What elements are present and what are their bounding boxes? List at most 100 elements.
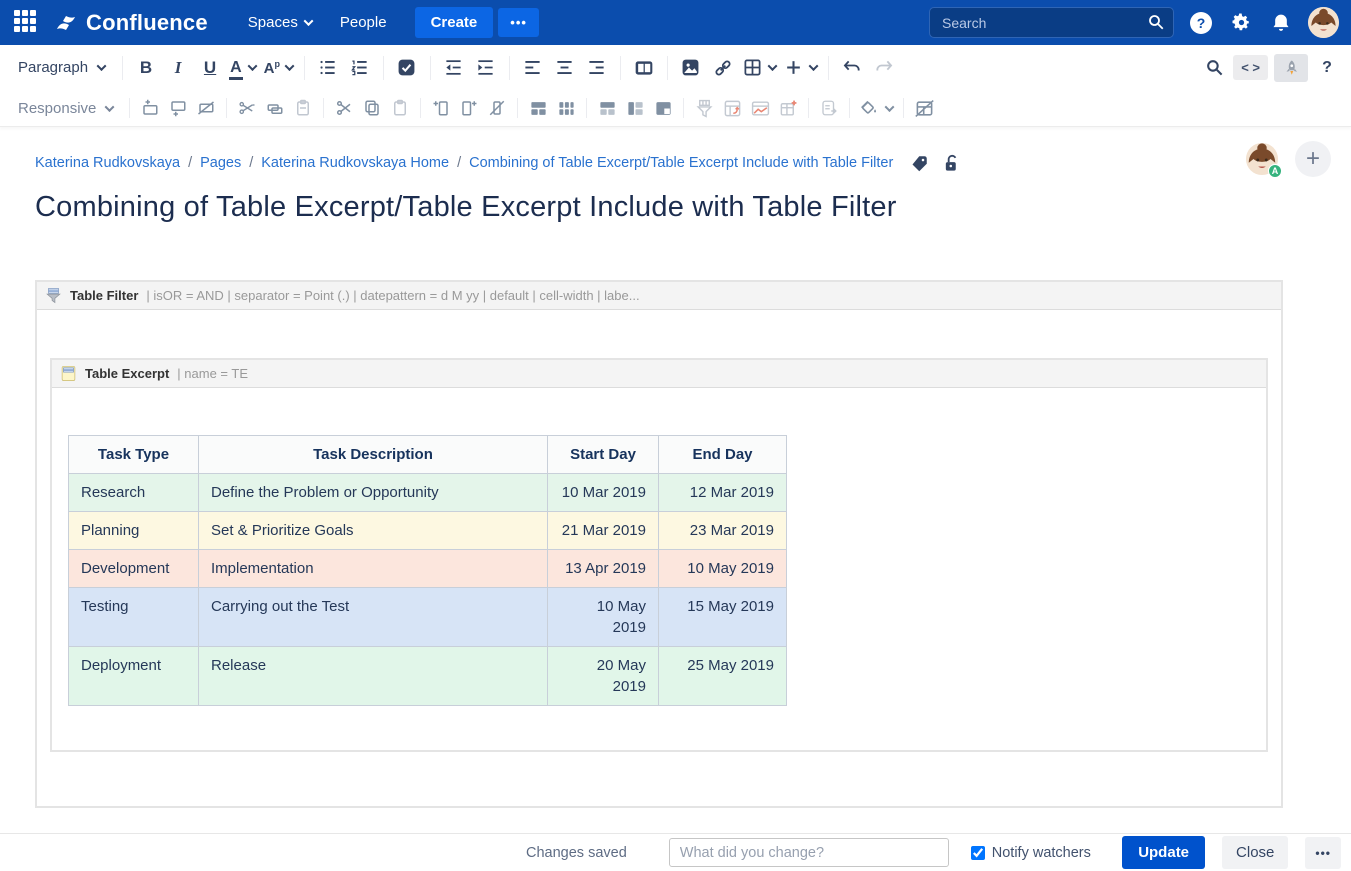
table-chart-icon[interactable] bbox=[746, 95, 774, 121]
insert-link-icon[interactable] bbox=[707, 52, 739, 84]
nav-people[interactable]: People bbox=[326, 0, 401, 45]
copy-icon[interactable] bbox=[358, 95, 386, 121]
macro-params: | isOR = AND | separator = Point (.) | d… bbox=[146, 288, 639, 303]
breadcrumb-pages[interactable]: Pages bbox=[200, 155, 241, 171]
column-header[interactable]: Task Type bbox=[69, 436, 199, 474]
insert-table-icon[interactable] bbox=[739, 52, 780, 84]
macro-params: | name = TE bbox=[177, 366, 248, 381]
undo-icon[interactable] bbox=[836, 52, 868, 84]
help-icon[interactable]: ? bbox=[1188, 10, 1214, 36]
editing-avatar[interactable]: A bbox=[1245, 142, 1279, 176]
text-color-button[interactable]: A bbox=[226, 52, 260, 84]
task-table[interactable]: Task Type Task Description Start Day End… bbox=[68, 435, 787, 706]
table-row[interactable]: Testing Carrying out the Test 10 May 201… bbox=[69, 588, 787, 647]
chevron-down-icon bbox=[768, 61, 778, 71]
import-table-icon[interactable] bbox=[815, 95, 843, 121]
task-list-icon[interactable] bbox=[391, 52, 423, 84]
confluence-logo[interactable]: Confluence bbox=[54, 10, 208, 36]
pivot-table-icon[interactable] bbox=[718, 95, 746, 121]
notify-watchers[interactable]: Notify watchers bbox=[971, 845, 1091, 861]
column-header[interactable]: End Day bbox=[659, 436, 787, 474]
user-avatar[interactable] bbox=[1308, 7, 1339, 38]
create-button[interactable]: Create bbox=[415, 7, 494, 38]
paragraph-style-dropdown[interactable]: Paragraph bbox=[8, 52, 115, 84]
chevron-down-icon bbox=[303, 16, 313, 26]
find-replace-icon[interactable] bbox=[1198, 52, 1230, 84]
bullet-list-icon[interactable] bbox=[312, 52, 344, 84]
page-title[interactable]: Combining of Table Excerpt/Table Excerpt… bbox=[35, 191, 1283, 224]
cell-color-icon[interactable] bbox=[856, 92, 897, 124]
unrestricted-lock-icon[interactable] bbox=[943, 154, 960, 173]
notifications-bell-icon[interactable] bbox=[1268, 10, 1294, 36]
table-filter-macro[interactable]: Table Filter | isOR = AND | separator = … bbox=[35, 280, 1283, 808]
table-excerpt-macro[interactable]: Table Excerpt | name = TE Task Type Task… bbox=[50, 358, 1268, 752]
align-right-icon[interactable] bbox=[581, 52, 613, 84]
create-more-button[interactable]: ••• bbox=[498, 8, 539, 37]
table-mode-dropdown[interactable]: Responsive bbox=[8, 92, 123, 124]
table-header-row: Task Type Task Description Start Day End… bbox=[69, 436, 787, 474]
delete-column-icon[interactable] bbox=[483, 95, 511, 121]
page-layout-icon[interactable] bbox=[628, 52, 660, 84]
table-row[interactable]: Research Define the Problem or Opportuni… bbox=[69, 474, 787, 512]
insert-column-right-icon[interactable] bbox=[455, 95, 483, 121]
align-left-icon[interactable] bbox=[517, 52, 549, 84]
outdent-icon[interactable] bbox=[438, 52, 470, 84]
table-row[interactable]: Development Implementation 13 Apr 2019 1… bbox=[69, 550, 787, 588]
app-switcher-icon[interactable] bbox=[14, 10, 40, 36]
delete-row-icon[interactable] bbox=[192, 95, 220, 121]
breadcrumb-current-page[interactable]: Combining of Table Excerpt/Table Excerpt… bbox=[469, 155, 893, 171]
save-status: Changes saved bbox=[526, 845, 627, 861]
insert-image-icon[interactable] bbox=[675, 52, 707, 84]
rocket-button[interactable] bbox=[1274, 54, 1308, 82]
insert-more-icon[interactable] bbox=[780, 52, 821, 84]
confluence-logo-icon bbox=[54, 11, 78, 35]
editor-help-icon[interactable]: ? bbox=[1311, 52, 1343, 84]
insert-row-above-icon[interactable] bbox=[136, 95, 164, 121]
highlight-cell-icon[interactable] bbox=[649, 95, 677, 121]
paste-icon[interactable] bbox=[386, 95, 414, 121]
table-excerpt-macro-header[interactable]: Table Excerpt | name = TE bbox=[52, 360, 1266, 388]
table-excerpt-macro-icon bbox=[60, 365, 77, 382]
labels-tag-icon[interactable] bbox=[911, 154, 929, 172]
redo-icon[interactable] bbox=[868, 52, 900, 84]
search-input[interactable] bbox=[929, 7, 1174, 38]
notify-watchers-checkbox[interactable] bbox=[971, 846, 985, 860]
bold-button[interactable]: B bbox=[130, 52, 162, 84]
cut-row-icon[interactable] bbox=[233, 95, 261, 121]
table-filter-macro-header[interactable]: Table Filter | isOR = AND | separator = … bbox=[37, 282, 1281, 310]
remove-table-icon[interactable] bbox=[910, 95, 938, 121]
numbered-list-icon[interactable] bbox=[344, 52, 376, 84]
header-column-icon[interactable] bbox=[621, 95, 649, 121]
paste-row-icon[interactable] bbox=[289, 95, 317, 121]
insert-column-left-icon[interactable] bbox=[427, 95, 455, 121]
nav-spaces[interactable]: Spaces bbox=[234, 0, 326, 45]
insert-row-below-icon[interactable] bbox=[164, 95, 192, 121]
header-row-icon[interactable] bbox=[593, 95, 621, 121]
italic-button[interactable]: I bbox=[162, 52, 194, 84]
table-row[interactable]: Deployment Release 20 May 2019 25 May 20… bbox=[69, 647, 787, 706]
column-header[interactable]: Start Day bbox=[548, 436, 659, 474]
source-editor-button[interactable]: < > bbox=[1233, 55, 1268, 80]
align-center-icon[interactable] bbox=[549, 52, 581, 84]
chevron-down-icon bbox=[809, 61, 819, 71]
search-icon[interactable] bbox=[1147, 13, 1165, 31]
underline-button[interactable]: U bbox=[194, 52, 226, 84]
update-button[interactable]: Update bbox=[1122, 836, 1205, 869]
table-row[interactable]: Planning Set & Prioritize Goals 21 Mar 2… bbox=[69, 512, 787, 550]
column-header[interactable]: Task Description bbox=[199, 436, 548, 474]
split-cells-icon[interactable] bbox=[552, 95, 580, 121]
footer-more-button[interactable]: ••• bbox=[1305, 837, 1341, 869]
breadcrumb-home[interactable]: Katerina Rudkovskaya Home bbox=[261, 155, 449, 171]
cut-icon[interactable] bbox=[330, 95, 358, 121]
more-formatting-button[interactable]: Ap bbox=[260, 52, 297, 84]
invite-plus-button[interactable]: + bbox=[1295, 141, 1331, 177]
close-button[interactable]: Close bbox=[1222, 836, 1288, 869]
table-filter-icon[interactable] bbox=[690, 95, 718, 121]
merge-cells-icon[interactable] bbox=[524, 95, 552, 121]
indent-icon[interactable] bbox=[470, 52, 502, 84]
copy-row-icon[interactable] bbox=[261, 95, 289, 121]
table-spreadsheet-icon[interactable] bbox=[774, 95, 802, 121]
breadcrumb-space[interactable]: Katerina Rudkovskaya bbox=[35, 155, 180, 171]
gear-icon[interactable] bbox=[1228, 10, 1254, 36]
version-comment-input[interactable] bbox=[669, 838, 949, 867]
